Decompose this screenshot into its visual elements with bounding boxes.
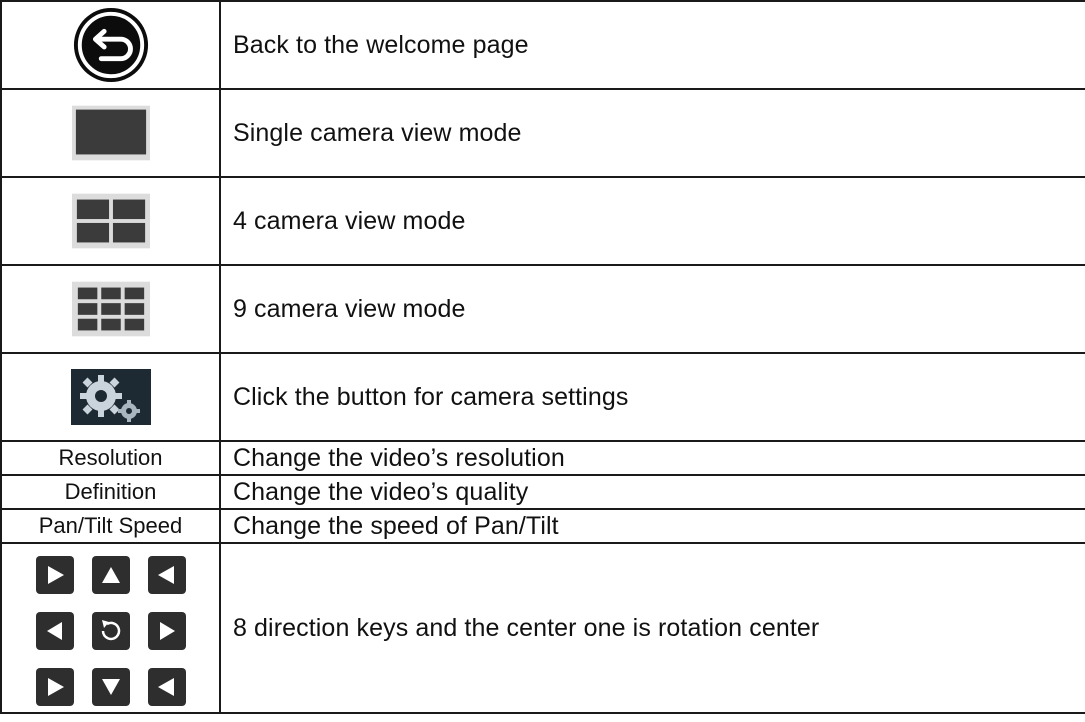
down-key[interactable] (91, 668, 130, 706)
quad-view-icon[interactable] (71, 193, 150, 249)
icon-cell (0, 88, 221, 178)
table-row: Click the button for camera settings (0, 352, 1085, 442)
rotation-center-key[interactable] (91, 612, 130, 650)
icon-cell (0, 0, 221, 90)
resolution-label: Resolution (0, 440, 221, 476)
row-description: 9 camera view mode (219, 264, 1085, 354)
single-view-icon[interactable] (71, 105, 150, 161)
icon-cell (0, 264, 221, 354)
down-right-key[interactable] (147, 668, 186, 706)
icon-cell (0, 352, 221, 442)
settings-gear-icon[interactable] (70, 369, 151, 425)
up-key[interactable] (91, 556, 130, 594)
back-arrow-icon[interactable] (72, 6, 150, 84)
row-description: 8 direction keys and the center one is r… (219, 542, 1085, 714)
table-row: 4 camera view mode (0, 176, 1085, 266)
icon-cell (0, 542, 221, 714)
row-description: Change the video’s resolution (219, 440, 1085, 476)
left-key[interactable] (35, 612, 74, 650)
icon-cell (0, 176, 221, 266)
up-left-key[interactable] (35, 556, 74, 594)
row-description: 4 camera view mode (219, 176, 1085, 266)
icon-reference-table: Back to the welcome page Single camera v… (0, 0, 1085, 714)
table-row: Definition Change the video’s quality (0, 474, 1085, 510)
row-description: Back to the welcome page (219, 0, 1085, 90)
row-description: Change the video’s quality (219, 474, 1085, 510)
table-row: Pan/Tilt Speed Change the speed of Pan/T… (0, 508, 1085, 544)
table-row: 8 direction keys and the center one is r… (0, 542, 1085, 714)
up-right-key[interactable] (147, 556, 186, 594)
right-key[interactable] (147, 612, 186, 650)
down-left-key[interactable] (35, 668, 74, 706)
pan-tilt-speed-label: Pan/Tilt Speed (0, 508, 221, 544)
row-description: Click the button for camera settings (219, 352, 1085, 442)
table-row: Back to the welcome page (0, 0, 1085, 90)
direction-pad-icon (35, 556, 186, 706)
table-row: Single camera view mode (0, 88, 1085, 178)
nine-view-icon[interactable] (71, 281, 150, 337)
row-description: Change the speed of Pan/Tilt (219, 508, 1085, 544)
definition-label: Definition (0, 474, 221, 510)
table-row: Resolution Change the video’s resolution (0, 440, 1085, 476)
table-row: 9 camera view mode (0, 264, 1085, 354)
row-description: Single camera view mode (219, 88, 1085, 178)
